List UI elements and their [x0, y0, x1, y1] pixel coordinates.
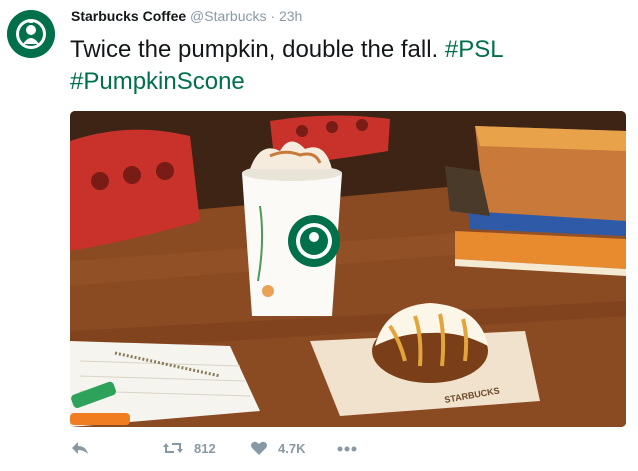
- more-dots-icon: [337, 446, 357, 452]
- reply-icon: [72, 442, 88, 454]
- pumpkin-latte-scone-photo: STARBUCKS: [70, 111, 626, 427]
- tweet-text-body: Twice the pumpkin, double the fall.: [70, 36, 445, 63]
- heart-icon: [251, 441, 267, 455]
- retweet-count: 812: [194, 440, 216, 456]
- like-count: 4.7K: [278, 440, 306, 456]
- tweet-media-photo[interactable]: STARBUCKS: [70, 111, 626, 427]
- retweet-icon: [163, 443, 183, 453]
- timestamp[interactable]: 23h: [279, 8, 302, 24]
- retweet-button[interactable]: 812: [162, 437, 216, 459]
- hashtag-pumpkinscone[interactable]: #PumpkinScone: [70, 68, 245, 95]
- hashtag-psl[interactable]: #PSL: [445, 36, 504, 63]
- tweet-text: Twice the pumpkin, double the fall. #PSL…: [70, 34, 630, 98]
- display-name[interactable]: Starbucks Coffee: [71, 8, 186, 24]
- tweet-actions: 812 4.7K: [70, 437, 630, 459]
- user-handle[interactable]: @Starbucks: [190, 8, 266, 24]
- like-button[interactable]: 4.7K: [250, 437, 305, 459]
- separator: ·: [270, 8, 276, 24]
- starbucks-siren-logo-icon: [7, 10, 55, 58]
- reply-button[interactable]: [70, 437, 90, 459]
- avatar[interactable]: [7, 10, 55, 58]
- more-button[interactable]: [336, 437, 358, 459]
- tweet-header: Starbucks Coffee @Starbucks · 23h: [71, 8, 302, 24]
